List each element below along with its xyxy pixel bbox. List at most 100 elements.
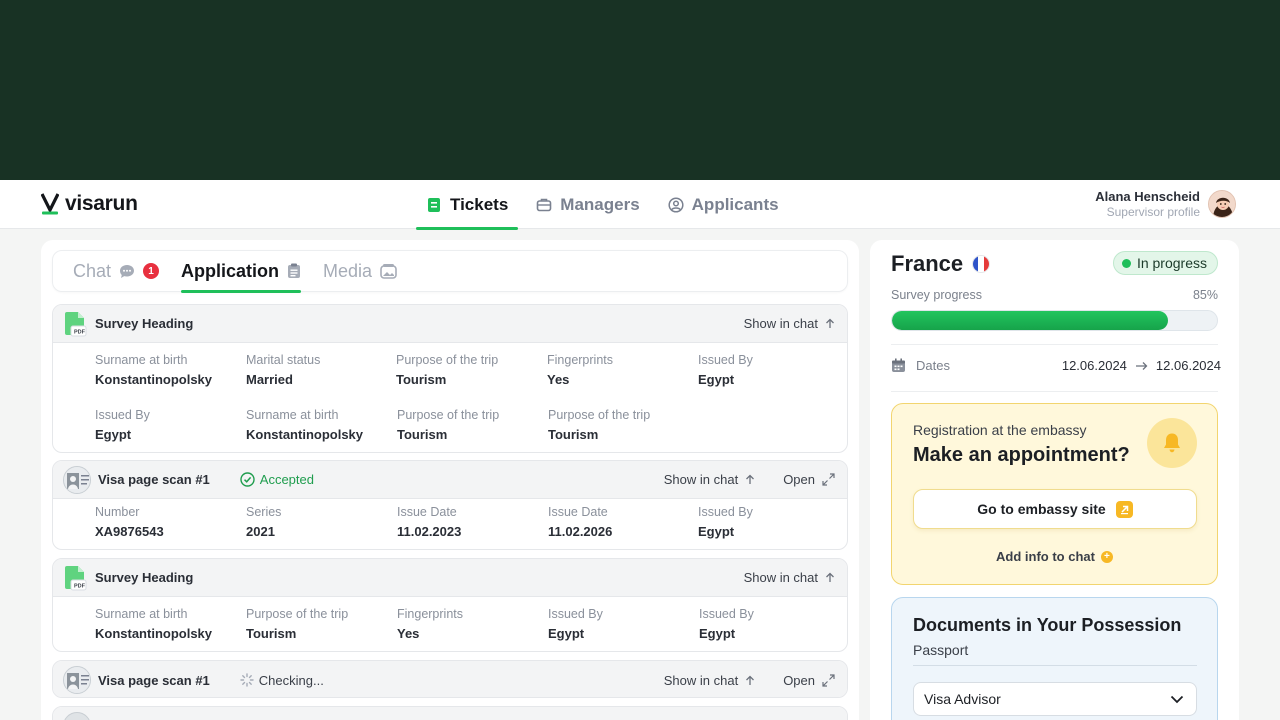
add-info-to-chat-link[interactable]: Add info to chat + [892,549,1217,564]
bell-icon [1147,418,1197,468]
logo-mark-icon [41,193,59,215]
field: Issue Date 11.02.2026 [548,505,612,539]
action-label: Show in chat [743,570,818,585]
logo[interactable]: visarun [41,192,138,216]
field-label: Issue Date [397,505,457,519]
card-header: Visa page scan #1 Accepted Show in chat … [53,461,847,499]
status-label: Checking... [258,672,324,688]
field-label: Fingerprints [547,353,613,367]
select-value: Visa Advisor [924,691,1001,707]
status-label: In progress [1136,255,1207,271]
expand-icon [822,473,835,486]
action-label: Open [783,672,815,688]
show-in-chat-button[interactable]: Show in chat [664,472,755,487]
dates-label: Dates [916,358,950,373]
card-title: Survey Heading [95,570,194,585]
field: Issued By Egypt [699,607,754,641]
arrow-up-icon [746,675,755,685]
briefcase-icon [536,197,552,213]
svg-text:PDF: PDF [74,329,86,335]
arrow-up-icon [826,572,834,582]
field-value: Egypt [698,372,735,387]
progress-value: 85% [1192,288,1218,302]
tab-label: Chat [73,260,112,281]
calendar-icon [892,358,905,372]
field-label: Issued By [95,408,150,422]
appointment-subtitle: Registration at the embassy [913,422,1087,438]
documents-subtitle: Passport [913,642,969,658]
user-profile[interactable]: Alana Henscheid Supervisor profile [1095,189,1236,219]
field-label: Purpose of the trip [246,607,349,621]
nav-item-applicants[interactable]: Applicants [658,180,789,229]
field-label: Purpose of the trip [548,408,651,422]
field: Issued By Egypt [548,607,603,641]
status-badge: Accepted [240,472,314,487]
show-in-chat-button[interactable]: Show in chat [744,316,835,331]
field-label: Issued By [548,607,603,621]
field-value: Egypt [95,427,132,442]
ticket-summary-panel: France In progress Survey progress 85% D… [870,240,1239,720]
card-actions: Show in chat Open [664,472,835,487]
card-actions: Show in chat [744,316,835,331]
appointment-title: Make an appointment? [913,444,1130,466]
field: Issue Date 11.02.2023 [397,505,461,539]
action-label: Show in chat [663,472,739,487]
tab-media[interactable]: Media [323,250,397,292]
open-button[interactable]: Open [783,673,835,688]
show-in-chat-button[interactable]: Show in chat [664,673,755,688]
field-value: Tourism [246,626,297,641]
dates-row: Dates 12.06.2024 12.06.2024 [891,358,1221,373]
document-select[interactable]: Visa Advisor [913,682,1197,716]
external-link-icon [1115,500,1133,518]
field-label: Surname at birth [95,607,188,621]
field: Marital status Married [246,353,320,387]
nav-item-managers[interactable]: Managers [526,180,649,229]
field-label: Fingerprints [397,607,463,621]
divider [891,344,1218,345]
card-header: PDF Survey Heading Show in chat [53,305,847,343]
nav-item-tickets[interactable]: Tickets [416,180,519,230]
go-to-embassy-button[interactable]: Go to embassy site [913,489,1197,529]
field: Series 2021 [246,505,281,539]
link-label: Add info to chat [996,549,1095,564]
card-title: Visa page scan #1 [98,672,210,688]
passport-photo-icon [63,712,91,720]
action-label: Show in chat [663,672,739,688]
status-badge: In progress [1112,251,1218,275]
check-circle-icon [240,472,255,487]
progress-label: Survey progress [891,288,983,302]
survey-card: PDF Survey Heading Show in chat Surname … [52,304,848,453]
card-header [53,707,847,720]
field-value: Konstantinopolsky [95,626,213,641]
field-label: Surname at birth [246,408,339,422]
field-value: Egypt [548,626,585,641]
date-from: 12.06.2024 [1061,358,1127,373]
tab-chat[interactable]: Chat 1 [73,250,160,292]
card-header: Visa page scan #1 Checking... Show in ch… [53,661,847,697]
appointment-card: Registration at the embassy Make an appo… [891,403,1218,585]
card-fields: Surname at birth Konstantinopolsky Purpos… [53,597,847,641]
unread-badge: 1 [143,263,160,279]
open-button[interactable]: Open [783,472,835,487]
divider [913,665,1197,666]
spinner-icon [240,673,254,687]
field: Issued By Egypt [698,353,753,387]
pdf-file-icon: PDF [63,565,87,591]
field: Number XA9876543 [95,505,164,539]
visa-scan-card: Visa page scan #1 Checking... Show in ch… [52,660,848,698]
show-in-chat-button[interactable]: Show in chat [744,570,835,585]
tab-application[interactable]: Application [181,250,302,293]
nav-item-label: Applicants [691,194,779,214]
chevron-down-icon [1170,695,1184,703]
main-nav: Tickets Managers Applicants [416,180,797,230]
avatar[interactable] [1208,190,1236,218]
arrow-up-icon [746,474,755,484]
card-actions: Show in chat [744,570,835,585]
field: Issued By Egypt [698,505,753,539]
field-label: Issued By [699,607,754,621]
top-navigation-bar: visarun Tickets Managers Applicants Alan… [0,180,1280,230]
arrow-right-icon [1135,361,1148,370]
plus-icon: + [1100,550,1113,563]
survey-card: PDF Survey Heading Show in chat Surname … [52,558,848,652]
profile-text: Alana Henscheid Supervisor profile [1095,189,1200,219]
